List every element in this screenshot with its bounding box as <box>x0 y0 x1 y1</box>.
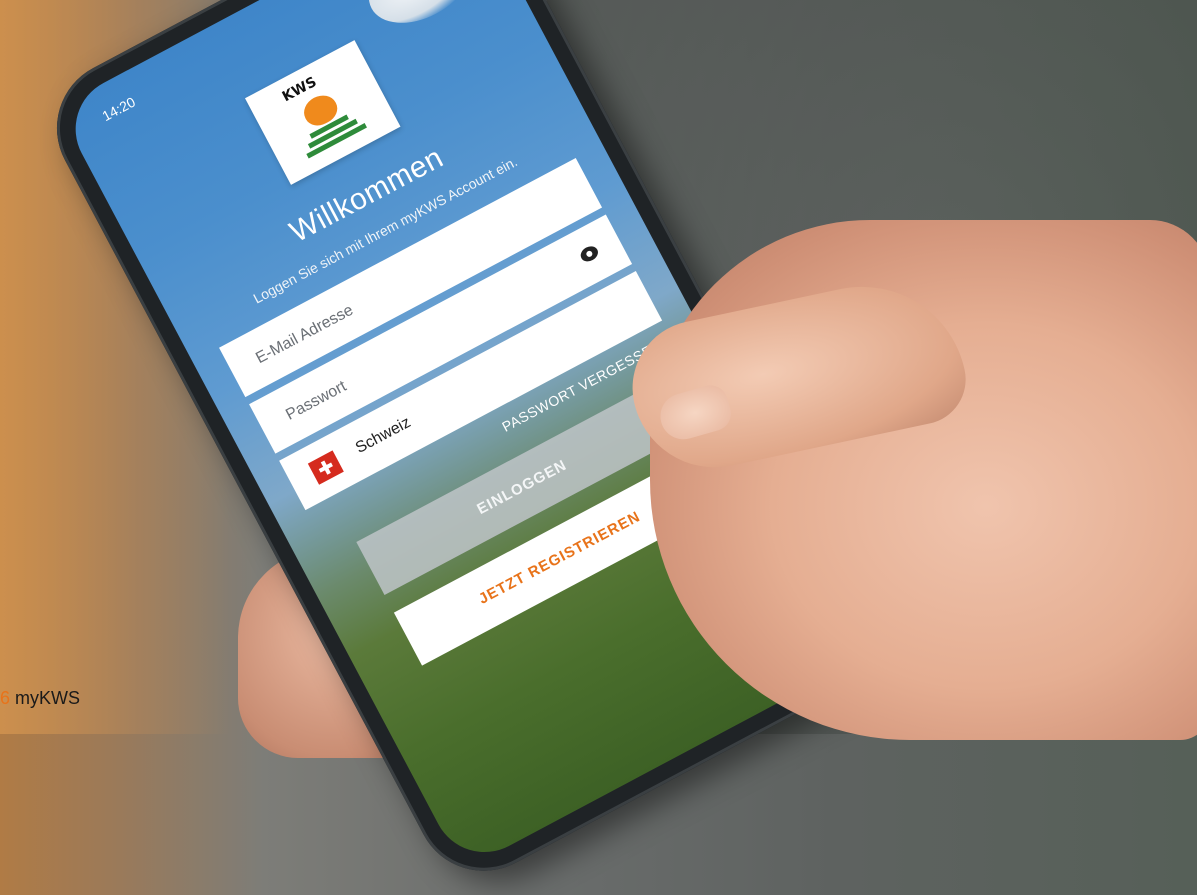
caption-text: myKWS <box>15 688 81 708</box>
status-time: 14:20 <box>99 93 138 125</box>
eye-icon[interactable] <box>578 243 601 265</box>
page-number: 6 <box>0 688 11 708</box>
hand <box>650 220 1197 740</box>
password-placeholder: Passwort <box>283 377 350 424</box>
page-caption: 6 myKWS <box>0 688 80 709</box>
swiss-flag-icon <box>307 450 344 485</box>
country-value: Schweiz <box>352 413 414 457</box>
kws-logo: KWS <box>245 40 401 185</box>
cloud-image <box>355 0 486 40</box>
